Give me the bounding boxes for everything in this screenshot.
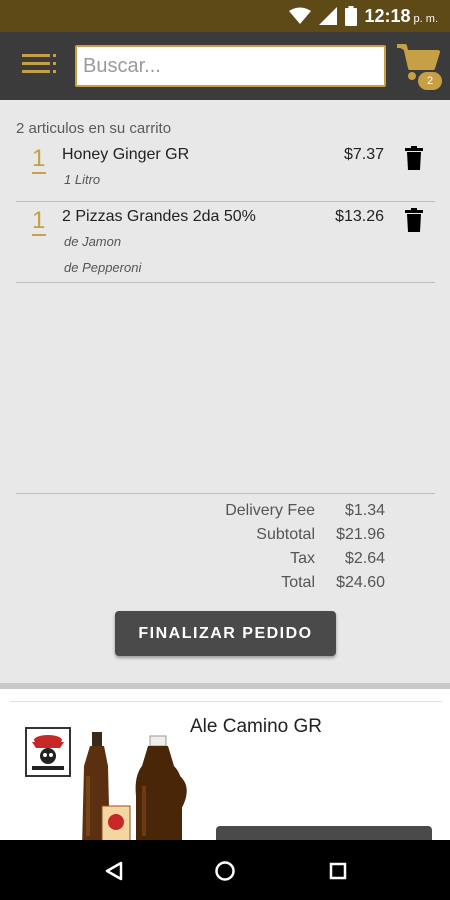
cart-badge: 2 — [418, 72, 442, 90]
search-box — [75, 45, 386, 87]
cart-button[interactable]: 2 — [395, 40, 445, 92]
total-row-tax: Tax $2.64 — [290, 550, 385, 568]
cart-count-text: 2 articulos en su carrito — [16, 120, 172, 137]
navigation-bar — [0, 840, 450, 900]
nav-back-button[interactable] — [103, 860, 125, 882]
wifi-icon — [288, 7, 311, 24]
app-bar: 2 — [0, 32, 450, 100]
signal-icon — [318, 7, 337, 25]
home-circle-icon — [215, 861, 235, 881]
total-row-total: Total $24.60 — [281, 574, 385, 592]
item-quantity[interactable]: 1 — [32, 146, 46, 174]
item-name: Honey Ginger GR — [62, 146, 190, 163]
menu-button[interactable] — [22, 54, 58, 78]
total-value: $21.96 — [336, 526, 385, 543]
item-option: de Jamon — [64, 234, 122, 249]
search-input[interactable] — [83, 54, 378, 78]
product-card[interactable]: Ale Camino GR — [0, 689, 450, 848]
cart-area: 2 articulos en su carrito 1 Honey Ginger… — [0, 100, 450, 685]
back-triangle-icon — [105, 861, 123, 881]
item-name: 2 Pizzas Grandes 2da 50% — [62, 208, 256, 225]
product-card-inner: Ale Camino GR — [10, 701, 442, 848]
item-price: $7.37 — [343, 146, 384, 163]
battery-icon — [344, 6, 357, 26]
total-label: Tax — [290, 550, 315, 567]
status-time: 12:18 p. m. — [364, 5, 439, 26]
total-row-subtotal: Subtotal $21.96 — [256, 526, 385, 544]
product-image — [25, 727, 187, 848]
cart-item: 1 Honey Ginger GR 1 Litro $7.37 — [16, 140, 435, 202]
recents-square-icon — [329, 862, 347, 880]
cart-item: 1 2 Pizzas Grandes 2da 50% de Jamon de P… — [16, 202, 435, 283]
total-value: $1.34 — [344, 502, 385, 519]
menu-icon — [22, 54, 56, 73]
nav-home-button[interactable] — [214, 860, 236, 882]
item-quantity[interactable]: 1 — [32, 208, 46, 236]
item-option: 1 Litro — [64, 172, 101, 187]
delete-item-button[interactable] — [405, 146, 423, 170]
nav-recents-button[interactable] — [327, 860, 349, 882]
total-row-delivery: Delivery Fee $1.34 — [225, 502, 385, 520]
total-label: Subtotal — [256, 526, 315, 543]
status-icons: 12:18 p. m. — [288, 5, 439, 27]
item-price: $13.26 — [335, 208, 384, 225]
status-ampm: p. m. — [413, 12, 438, 25]
trash-icon — [405, 146, 423, 170]
total-value: $2.64 — [344, 550, 385, 567]
status-bar: 12:18 p. m. — [0, 0, 450, 32]
total-label: Total — [281, 574, 315, 591]
total-label: Delivery Fee — [225, 502, 315, 519]
delete-item-button[interactable] — [405, 208, 423, 232]
item-option: de Pepperoni — [64, 260, 142, 275]
total-value: $24.60 — [336, 574, 385, 591]
trash-icon — [405, 208, 423, 232]
totals-section: Delivery Fee $1.34 Subtotal $21.96 Tax $… — [16, 493, 435, 591]
product-name: Ale Camino GR — [190, 716, 322, 737]
checkout-button[interactable]: FINALIZAR PEDIDO — [115, 611, 336, 656]
